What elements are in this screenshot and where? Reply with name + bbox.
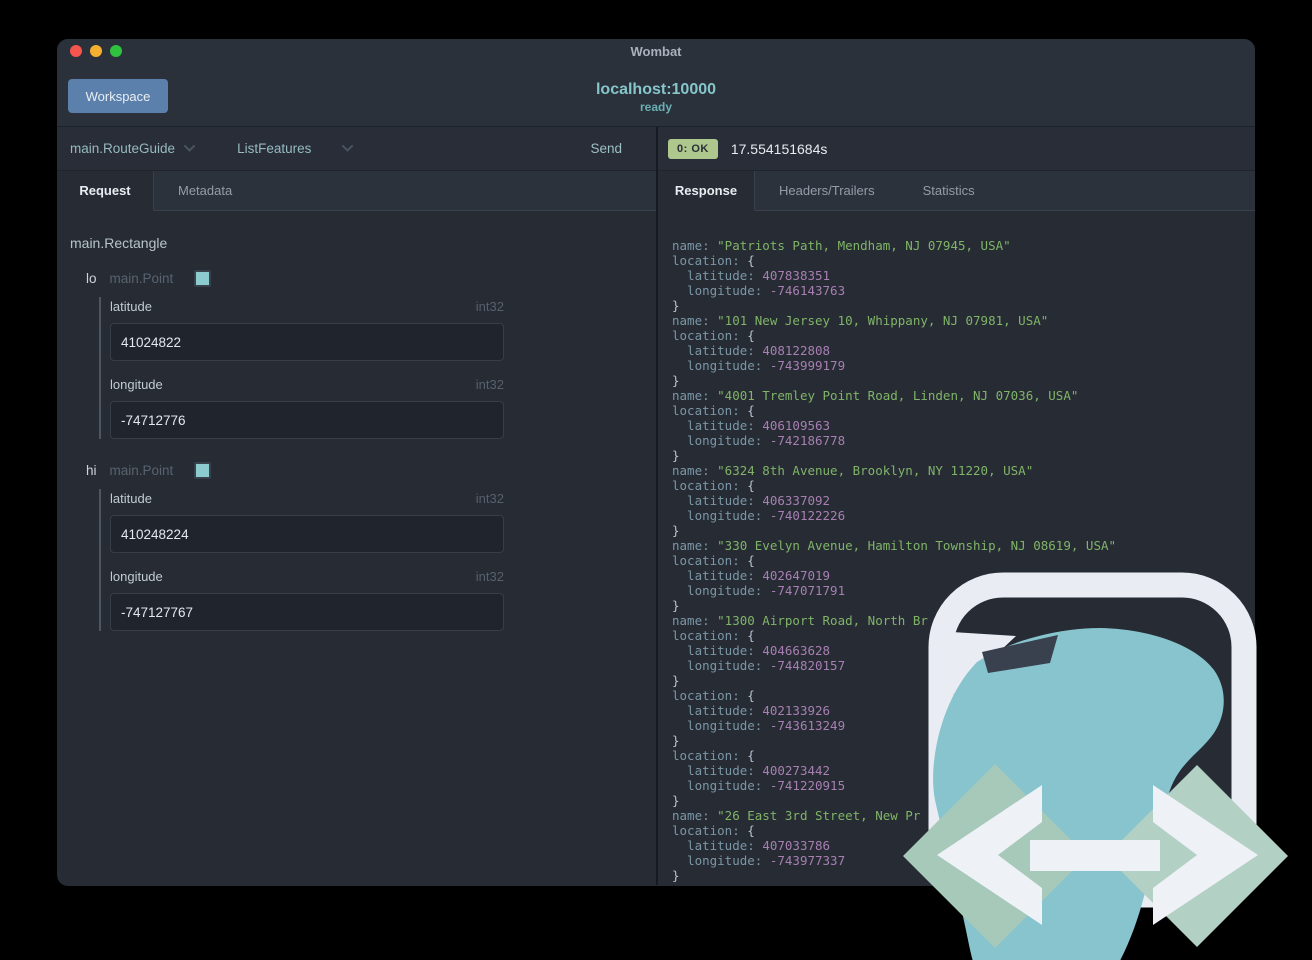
response-line: longitude: -742186778	[672, 433, 846, 448]
connection-info: localhost:10000 ready	[57, 80, 1255, 115]
latitude-field: latitude int32	[110, 297, 504, 361]
response-line: name: "101 New Jersey 10, Whippany, NJ 0…	[672, 313, 1049, 328]
tab-metadata[interactable]: Metadata	[154, 171, 256, 210]
response-line: name: "6324 8th Avenue, Brooklyn, NY 112…	[672, 463, 1034, 478]
longitude-field: longitude int32	[110, 567, 504, 631]
response-line: longitude: -747071791	[672, 583, 846, 598]
group-name: hi	[86, 462, 97, 478]
response-tabbar: Response Headers/Trailers Statistics	[658, 171, 1255, 211]
hi-checkbox[interactable]	[194, 461, 212, 479]
hi-longitude-input[interactable]	[110, 593, 504, 631]
response-pane: 0: OK 17.554151684s Response Headers/Tra…	[656, 127, 1255, 885]
chevron-down-icon	[184, 145, 196, 152]
field-type: int32	[475, 490, 504, 506]
group-type: main.Point	[109, 270, 174, 286]
response-line: location: {	[672, 823, 755, 838]
longitude-field: longitude int32	[110, 375, 504, 439]
tab-request[interactable]: Request	[57, 171, 154, 211]
connection-status: ready	[639, 100, 673, 114]
connection-host: localhost:10000	[595, 81, 717, 98]
latitude-field: latitude int32	[110, 489, 504, 553]
response-line: location: {	[672, 403, 755, 418]
field-type: int32	[475, 376, 504, 392]
response-line: latitude: 406109563	[672, 418, 831, 433]
request-tabbar: Request Metadata	[57, 171, 656, 211]
response-line: latitude: 400273442	[672, 763, 831, 778]
response-line: longitude: -744820157	[672, 658, 846, 673]
response-line: longitude: -743977337	[672, 853, 846, 868]
response-line: name: "4001 Tremley Point Road, Linden, …	[672, 388, 1079, 403]
response-line: }	[672, 298, 680, 313]
response-line: location: {	[672, 628, 755, 643]
response-line: location: {	[672, 478, 755, 493]
response-line: }	[672, 598, 680, 613]
response-line: latitude: 407033786	[672, 838, 831, 853]
group-name: lo	[86, 270, 97, 286]
request-pane: main.RouteGuide ListFeatures Send Reques…	[57, 127, 656, 885]
response-line: longitude: -743999179	[672, 358, 846, 373]
response-line: }	[672, 373, 680, 388]
method-select-value: ListFeatures	[237, 141, 312, 156]
response-line: latitude: 404663628	[672, 643, 831, 658]
response-line: }	[672, 793, 680, 808]
request-toolbar: main.RouteGuide ListFeatures Send	[57, 127, 656, 171]
response-line: latitude: 402647019	[672, 568, 831, 583]
response-line: name: "Patriots Path, Mendham, NJ 07945,…	[672, 238, 1011, 253]
response-line: latitude: 406337092	[672, 493, 831, 508]
window-header: Wombat localhost:10000 ready Workspace	[57, 39, 1255, 127]
response-line: longitude: -746143763	[672, 283, 846, 298]
response-line: name: "26 East 3rd Street, New Pr	[672, 808, 921, 823]
field-type: int32	[475, 568, 504, 584]
response-line: name: "330 Evelyn Avenue, Hamilton Towns…	[672, 538, 1117, 553]
response-line: }	[672, 673, 680, 688]
response-line: name: "1300 Airport Road, North Br	[672, 613, 928, 628]
response-line: latitude: 402133926	[672, 703, 831, 718]
response-line: }	[672, 868, 680, 883]
group-type: main.Point	[109, 462, 174, 478]
send-button[interactable]: Send	[590, 141, 622, 156]
app-window: Wombat localhost:10000 ready Workspace m…	[57, 39, 1255, 886]
status-badge: 0: OK	[668, 138, 718, 159]
response-line: location: {	[672, 748, 755, 763]
response-line: }	[672, 448, 680, 463]
request-form: main.Rectangle lo main.Point latitude in…	[57, 211, 656, 631]
request-content: main.Rectangle lo main.Point latitude in…	[57, 211, 656, 885]
response-content: name: "Patriots Path, Mendham, NJ 07945,…	[658, 211, 1255, 885]
response-line: location: {	[672, 688, 755, 703]
tab-response[interactable]: Response	[658, 171, 755, 211]
response-toolbar: 0: OK 17.554151684s	[658, 127, 1255, 171]
response-line: longitude: -741220915	[672, 778, 846, 793]
lo-longitude-input[interactable]	[110, 401, 504, 439]
response-output[interactable]: name: "Patriots Path, Mendham, NJ 07945,…	[658, 211, 1255, 885]
lo-latitude-input[interactable]	[110, 323, 504, 361]
response-line: latitude: 408122808	[672, 343, 831, 358]
response-line: }	[672, 733, 680, 748]
response-line: location: {	[672, 328, 755, 343]
field-label: longitude	[110, 568, 163, 584]
field-group-hi: hi main.Point latitude int32 410248224 l…	[70, 461, 656, 631]
duration-text: 17.554151684s	[730, 140, 828, 157]
response-line: latitude: 407838351	[672, 268, 831, 283]
window-title: Wombat	[630, 44, 682, 59]
field-label: latitude	[110, 490, 152, 506]
field-type: int32	[475, 298, 504, 314]
field-label: longitude	[110, 376, 163, 392]
field-group-lo: lo main.Point latitude int32 41024822 lo…	[70, 269, 656, 439]
response-line: }	[672, 523, 680, 538]
service-select-value: main.RouteGuide	[70, 141, 176, 156]
service-select[interactable]: main.RouteGuide	[70, 141, 196, 156]
response-line: location: {	[672, 553, 755, 568]
hi-latitude-input[interactable]	[110, 515, 504, 553]
lo-checkbox[interactable]	[194, 269, 212, 287]
chevron-down-icon	[342, 145, 354, 152]
response-line: longitude: -740122226	[672, 508, 846, 523]
response-line: longitude: -743613249	[672, 718, 846, 733]
method-select[interactable]: ListFeatures	[237, 141, 354, 156]
response-line: location: {	[672, 253, 755, 268]
tab-headers-trailers[interactable]: Headers/Trailers	[755, 171, 899, 210]
tab-statistics[interactable]: Statistics	[899, 171, 999, 210]
field-label: latitude	[110, 298, 152, 314]
workspace-button[interactable]: Workspace	[68, 79, 168, 113]
message-type-label: main.Rectangle	[70, 235, 168, 251]
